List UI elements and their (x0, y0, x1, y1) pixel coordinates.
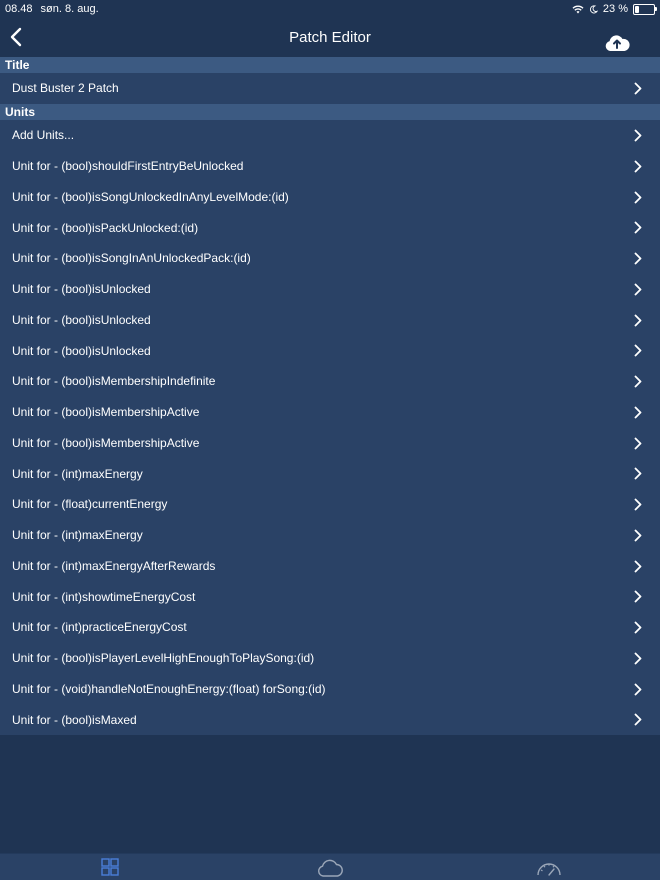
unit-row[interactable]: Unit for - (bool)isMembershipIndefinite (0, 366, 660, 397)
chevron-right-icon (634, 621, 642, 634)
unit-label: Unit for - (bool)isUnlocked (12, 343, 151, 358)
unit-label: Unit for - (float)currentEnergy (12, 497, 168, 512)
section-header-title: Title (0, 57, 660, 73)
chevron-right-icon (634, 713, 642, 726)
unit-row[interactable]: Unit for - (int)maxEnergy (0, 458, 660, 489)
back-chevron-icon[interactable] (6, 24, 28, 50)
chevron-right-icon (634, 252, 642, 265)
unit-label: Unit for - (bool)isMembershipActive (12, 435, 200, 450)
unit-row[interactable]: Unit for - (bool)isPackUnlocked:(id) (0, 212, 660, 243)
chevron-right-icon (634, 344, 642, 357)
chevron-right-icon (634, 375, 642, 388)
chevron-right-icon (634, 437, 642, 449)
unit-row[interactable]: Unit for - (int)maxEnergyAfterRewards (0, 550, 660, 582)
chevron-right-icon (634, 314, 642, 326)
chevron-right-icon (634, 221, 642, 234)
moon-icon (589, 4, 598, 13)
unit-row[interactable]: Unit for - (bool)isSongInAnUnlockedPack:… (0, 243, 660, 274)
chevron-right-icon (634, 683, 642, 695)
chevron-right-icon (634, 129, 642, 142)
unit-label: Unit for - (bool)isPlayerLevelHighEnough… (12, 651, 315, 666)
unit-row[interactable]: Unit for - (bool)isMembershipActive (0, 396, 660, 428)
status-bar: 08.48 søn. 8. aug. 23 % (0, 0, 660, 18)
unit-row[interactable]: Unit for - (bool)shouldFirstEntryBeUnloc… (0, 150, 660, 182)
chevron-right-icon (634, 590, 642, 603)
wifi-icon (572, 5, 584, 13)
unit-row[interactable]: Unit for - (bool)isMaxed (0, 704, 660, 735)
unit-row[interactable]: Unit for - (bool)isUnlocked (0, 273, 660, 305)
unit-label: Unit for - (int)maxEnergy (12, 466, 143, 481)
chevron-right-icon (634, 498, 642, 511)
battery-percent: 23 % (602, 3, 628, 15)
unit-row[interactable]: Unit for - (bool)isMembershipActive (0, 427, 660, 459)
page-title: Patch Editor (289, 28, 371, 46)
status-time: 08.48 (5, 3, 33, 15)
unit-row[interactable]: Unit for - (bool)isPlayerLevelHighEnough… (0, 642, 660, 674)
unit-label: Unit for - (int)practiceEnergyCost (12, 620, 187, 635)
add-units-label: Add Units... (12, 128, 75, 143)
unit-row[interactable]: Unit for - (int)practiceEnergyCost (0, 612, 660, 643)
unit-label: Unit for - (bool)isPackUnlocked:(id) (12, 220, 199, 235)
unit-label: Unit for - (bool)shouldFirstEntryBeUnloc… (12, 159, 244, 174)
grid-icon[interactable] (101, 858, 119, 876)
cloud-icon[interactable] (316, 858, 344, 878)
add-units-row[interactable]: Add Units... (0, 120, 660, 151)
tab-bar (0, 853, 660, 880)
chevron-right-icon (634, 652, 642, 665)
unit-label: Unit for - (bool)isSongInAnUnlockedPack:… (12, 251, 251, 266)
battery-icon (633, 3, 657, 15)
unit-label: Unit for - (bool)isMaxed (12, 712, 137, 727)
chevron-right-icon (634, 191, 642, 203)
chevron-right-icon (634, 529, 642, 542)
speedometer-icon[interactable] (536, 858, 562, 878)
unit-row[interactable]: Unit for - (bool)isUnlocked (0, 335, 660, 366)
unit-row[interactable]: Unit for - (bool)isSongUnlockedInAnyLeve… (0, 181, 660, 213)
chevron-right-icon (634, 467, 642, 480)
unit-row[interactable]: Unit for - (int)showtimeEnergyCost (0, 581, 660, 612)
section-header-units: Units (0, 104, 660, 120)
unit-label: Unit for - (bool)isSongUnlockedInAnyLeve… (12, 189, 289, 204)
unit-label: Unit for - (bool)isUnlocked (12, 312, 151, 327)
chevron-right-icon (634, 283, 642, 296)
unit-label: Unit for - (int)maxEnergyAfterRewards (12, 558, 216, 573)
unit-label: Unit for - (int)maxEnergy (12, 528, 143, 543)
chevron-right-icon (634, 160, 642, 173)
title-row[interactable]: Dust Buster 2 Patch (0, 73, 660, 104)
battery-level (635, 5, 639, 13)
title-value: Dust Buster 2 Patch (12, 81, 119, 96)
chevron-right-icon (634, 82, 642, 95)
unit-row[interactable]: Unit for - (int)maxEnergy (0, 519, 660, 551)
navigation-bar: Patch Editor (0, 18, 660, 56)
unit-label: Unit for - (bool)isMembershipIndefinite (12, 374, 216, 389)
unit-row[interactable]: Unit for - (float)currentEnergy (0, 489, 660, 520)
unit-label: Unit for - (bool)isMembershipActive (12, 405, 200, 420)
cloud-upload-icon[interactable] (604, 32, 630, 54)
chevron-right-icon (634, 560, 642, 572)
chevron-right-icon (634, 406, 642, 419)
unit-label: Unit for - (bool)isUnlocked (12, 282, 151, 297)
status-date: søn. 8. aug. (40, 3, 99, 15)
unit-row[interactable]: Unit for - (bool)isUnlocked (0, 304, 660, 336)
unit-label: Unit for - (void)handleNotEnoughEnergy:(… (12, 681, 326, 696)
unit-label: Unit for - (int)showtimeEnergyCost (12, 589, 196, 604)
unit-row[interactable]: Unit for - (void)handleNotEnoughEnergy:(… (0, 673, 660, 705)
